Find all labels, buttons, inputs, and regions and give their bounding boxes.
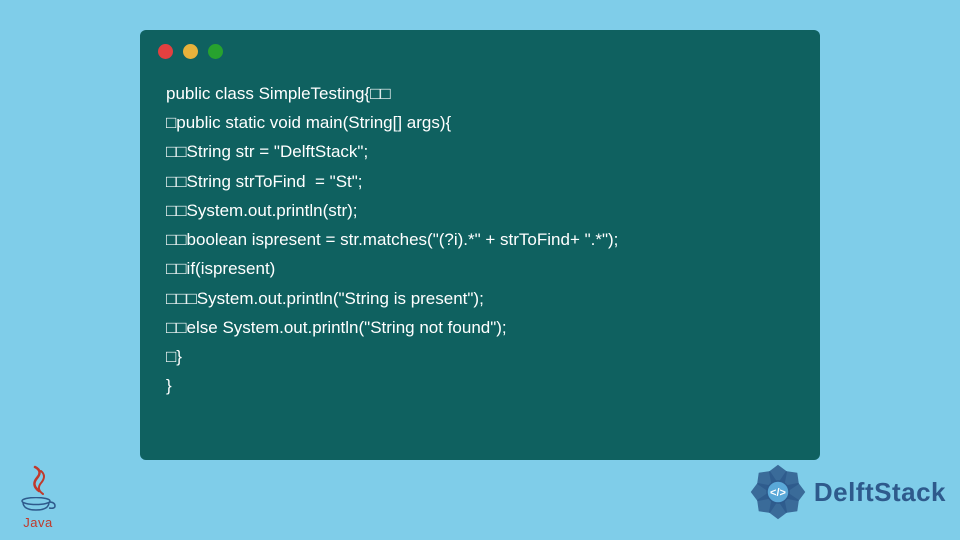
maximize-icon <box>208 44 223 59</box>
code-block: public class SimpleTesting{□□ □public st… <box>140 71 820 409</box>
delftstack-logo: </> DelftStack <box>748 462 946 522</box>
java-logo: Java <box>14 462 62 530</box>
minimize-icon <box>183 44 198 59</box>
code-window: public class SimpleTesting{□□ □public st… <box>140 30 820 460</box>
delftstack-badge-icon: </> <box>748 462 808 522</box>
java-cup-icon <box>20 497 56 513</box>
delftstack-logo-label: DelftStack <box>814 477 946 508</box>
svg-text:</>: </> <box>770 487 786 499</box>
close-icon <box>158 44 173 59</box>
java-steam-icon <box>23 465 53 497</box>
java-logo-label: Java <box>23 515 52 530</box>
window-titlebar <box>140 44 820 71</box>
